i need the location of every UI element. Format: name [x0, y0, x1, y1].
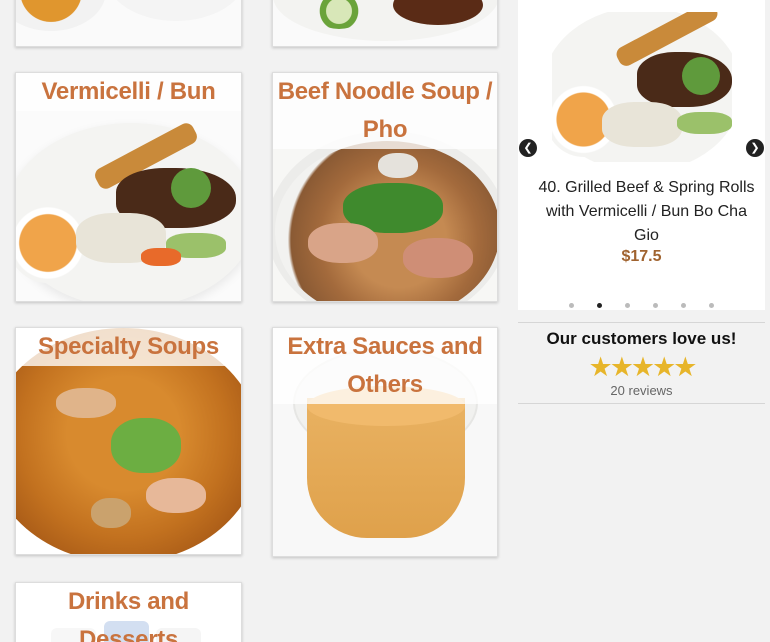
food-photo	[16, 0, 241, 46]
category-title: Beef Noodle Soup / Pho	[277, 78, 493, 143]
menu-categories: Vermicelli / Bun Beef Noodle Soup / Pho …	[0, 0, 513, 642]
reviews-count[interactable]: 20 reviews	[518, 383, 765, 398]
featured-item-photo[interactable]	[552, 12, 732, 162]
category-card-partial-1[interactable]	[15, 0, 242, 47]
carousel-next-button[interactable]: ❯	[746, 139, 764, 157]
carousel-pagination	[518, 295, 765, 313]
carousel-dot[interactable]	[569, 303, 574, 308]
category-title-band: Beef Noodle Soup / Pho	[273, 73, 497, 149]
carousel-dot[interactable]	[597, 303, 602, 308]
carousel-dot[interactable]	[653, 303, 658, 308]
food-photo	[273, 0, 497, 46]
category-title-band: Specialty Soups	[16, 328, 241, 366]
featured-carousel: ❮ ❯ 40. Grilled Beef & Spring Rolls with…	[518, 0, 765, 310]
featured-item-name[interactable]: 40. Grilled Beef & Spring Rolls with Ver…	[532, 176, 761, 248]
reviews-title: Our customers love us!	[546, 329, 737, 348]
carousel-dot[interactable]	[625, 303, 630, 308]
category-title: Extra Sauces and Others	[287, 333, 483, 398]
category-title-band: Extra Sauces and Others	[273, 328, 497, 404]
reviews-widget: Our customers love us! ★★★★★ 20 reviews	[518, 322, 765, 404]
star-rating-icon: ★★★★★	[588, 352, 697, 382]
category-title-band: Drinks and Desserts	[16, 583, 241, 642]
category-title-band: Vermicelli / Bun	[16, 73, 241, 111]
chevron-left-icon: ❮	[523, 142, 533, 154]
chevron-right-icon: ❯	[750, 142, 760, 154]
category-card-extra-sauces[interactable]: Extra Sauces and Others	[272, 327, 498, 557]
carousel-dot[interactable]	[709, 303, 714, 308]
category-title: Specialty Soups	[38, 333, 219, 360]
category-card-vermicelli[interactable]: Vermicelli / Bun	[15, 72, 242, 302]
carousel-dot[interactable]	[681, 303, 686, 308]
category-card-pho[interactable]: Beef Noodle Soup / Pho	[272, 72, 498, 302]
carousel-prev-button[interactable]: ❮	[519, 139, 537, 157]
category-title: Drinks and Desserts	[67, 588, 190, 642]
featured-item-price: $17.5	[621, 248, 662, 265]
category-title: Vermicelli / Bun	[41, 78, 216, 105]
category-card-partial-2[interactable]	[272, 0, 498, 47]
category-card-specialty-soups[interactable]: Specialty Soups	[15, 327, 242, 555]
category-card-drinks-desserts[interactable]: Drinks and Desserts	[15, 582, 242, 642]
